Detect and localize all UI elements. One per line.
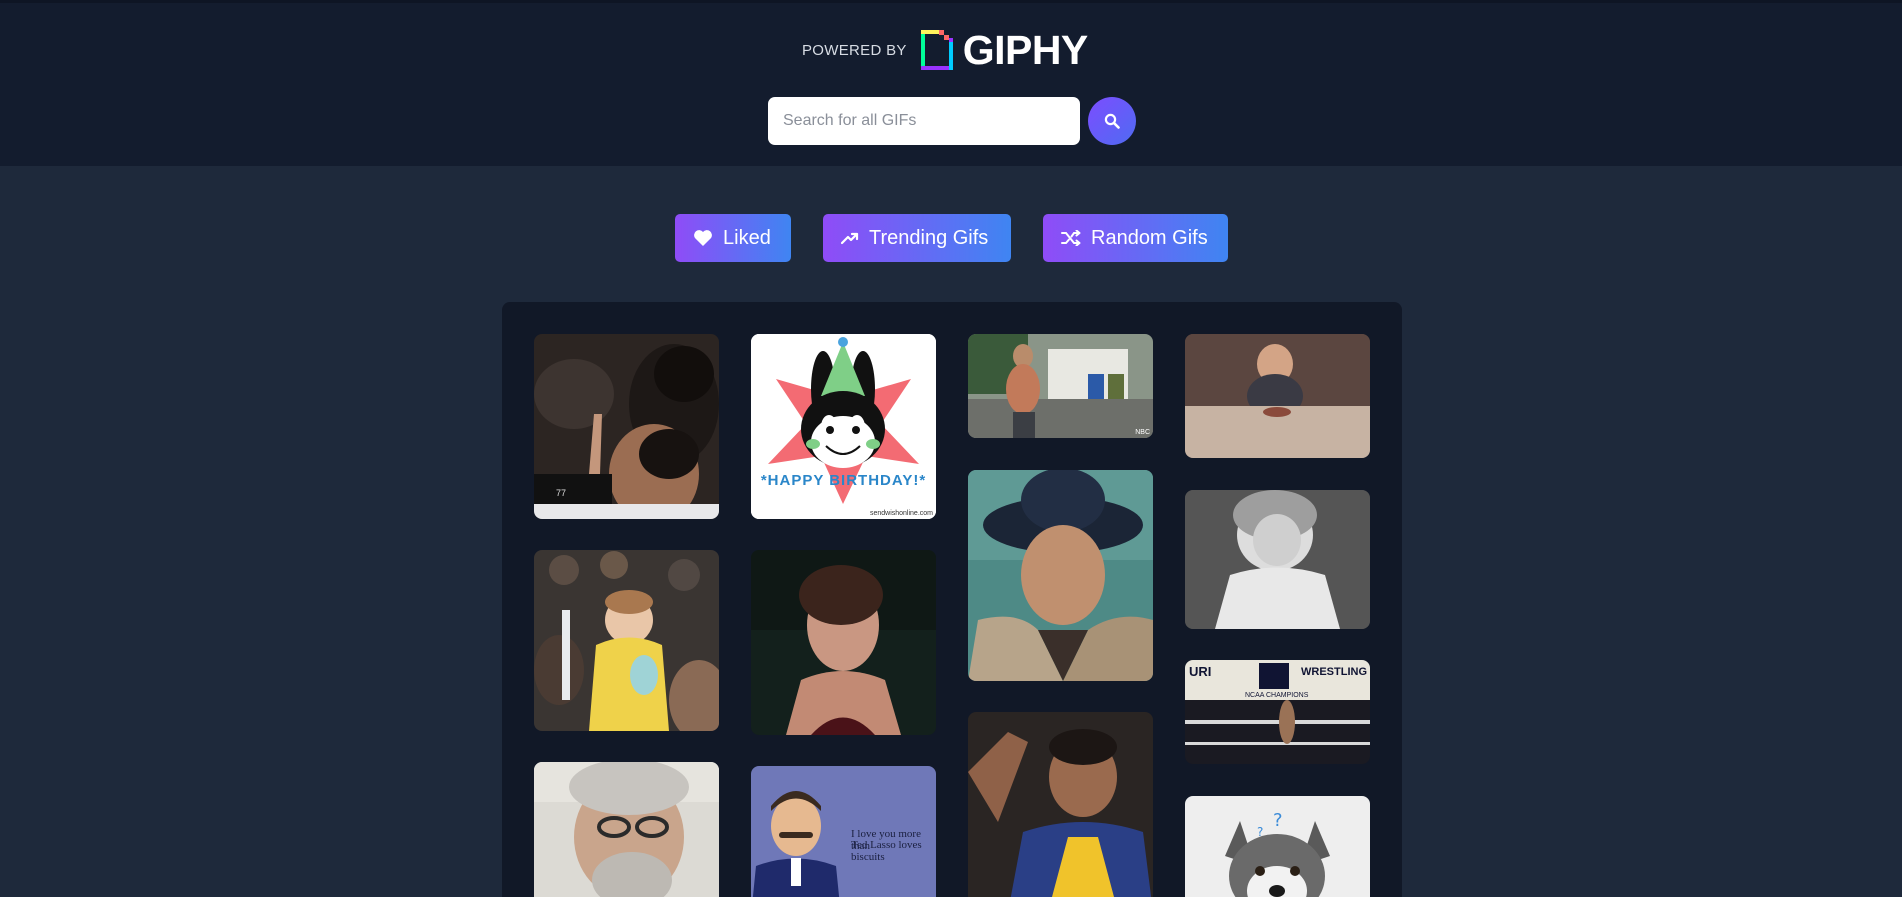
gif-basketball-player-arms[interactable]	[968, 712, 1153, 897]
random-gifs-label: Random Gifs	[1091, 226, 1208, 249]
gif-girl-yellow-raincoat[interactable]	[534, 550, 719, 731]
gif-man-driveway[interactable]: NBC	[968, 334, 1153, 438]
giphy-wordmark: GIPHY	[962, 27, 1089, 73]
trending-gifs-button[interactable]: Trending Gifs	[823, 214, 1011, 262]
powered-by-giphy[interactable]: POWERED BY GIPHY	[802, 27, 1089, 73]
gif-smiling-man-glasses[interactable]	[534, 762, 719, 897]
trending-gifs-label: Trending Gifs	[869, 226, 989, 249]
liked-button[interactable]: Liked	[675, 214, 791, 262]
basketball-score: 77	[556, 488, 567, 498]
svg-text:?: ?	[1273, 810, 1283, 831]
gif-cowboy-hat[interactable]	[968, 470, 1153, 681]
svg-text:?: ?	[1257, 825, 1263, 839]
shuffle-icon	[1061, 230, 1081, 246]
gif-husky-puppy-confused[interactable]: ? ?	[1185, 796, 1370, 897]
gif-smiling-woman[interactable]	[751, 550, 936, 735]
random-gifs-button[interactable]: Random Gifs	[1043, 214, 1228, 262]
wrestling-champs: NCAA CHAMPIONS	[1245, 692, 1309, 699]
gif-happy-birthday-bunny[interactable]: *HAPPY BIRTHDAY!* sendwishonline.com	[751, 334, 936, 519]
liked-label: Liked	[723, 226, 771, 249]
wrestling-text-left: URI	[1189, 664, 1212, 679]
search-icon	[1104, 113, 1120, 129]
gif-grid: 77 *HAPPY BIRTHDAY!* sendwishonline.com …	[502, 302, 1402, 897]
gif-michigan-wrestling[interactable]: URI WRESTLING NCAA CHAMPIONS	[1185, 660, 1370, 764]
search-button[interactable]	[1088, 97, 1136, 145]
heart-icon	[694, 230, 712, 246]
gif-shirley-temple-laughing[interactable]	[1185, 490, 1370, 629]
gif-basketball-players[interactable]: 77	[534, 334, 719, 519]
powered-by-label: POWERED BY	[802, 41, 907, 59]
birthday-text: *HAPPY BIRTHDAY!*	[760, 472, 927, 489]
gif-ted-lasso-biscuits[interactable]: I love you more than Ted Lasso loves bis…	[751, 766, 936, 897]
trending-up-icon	[841, 232, 859, 245]
nbc-badge: NBC	[1135, 429, 1150, 436]
giphy-logo-icon	[920, 30, 953, 70]
header: POWERED BY GIPHY	[0, 0, 1902, 166]
birthday-watermark: sendwishonline.com	[869, 510, 933, 517]
wrestling-text-right: WRESTLING	[1301, 666, 1367, 678]
ted-lasso-caption-line2: Ted Lasso loves biscuits	[851, 839, 922, 863]
gif-boy-laughing-table[interactable]	[1185, 334, 1370, 458]
search-input[interactable]	[768, 97, 1080, 145]
